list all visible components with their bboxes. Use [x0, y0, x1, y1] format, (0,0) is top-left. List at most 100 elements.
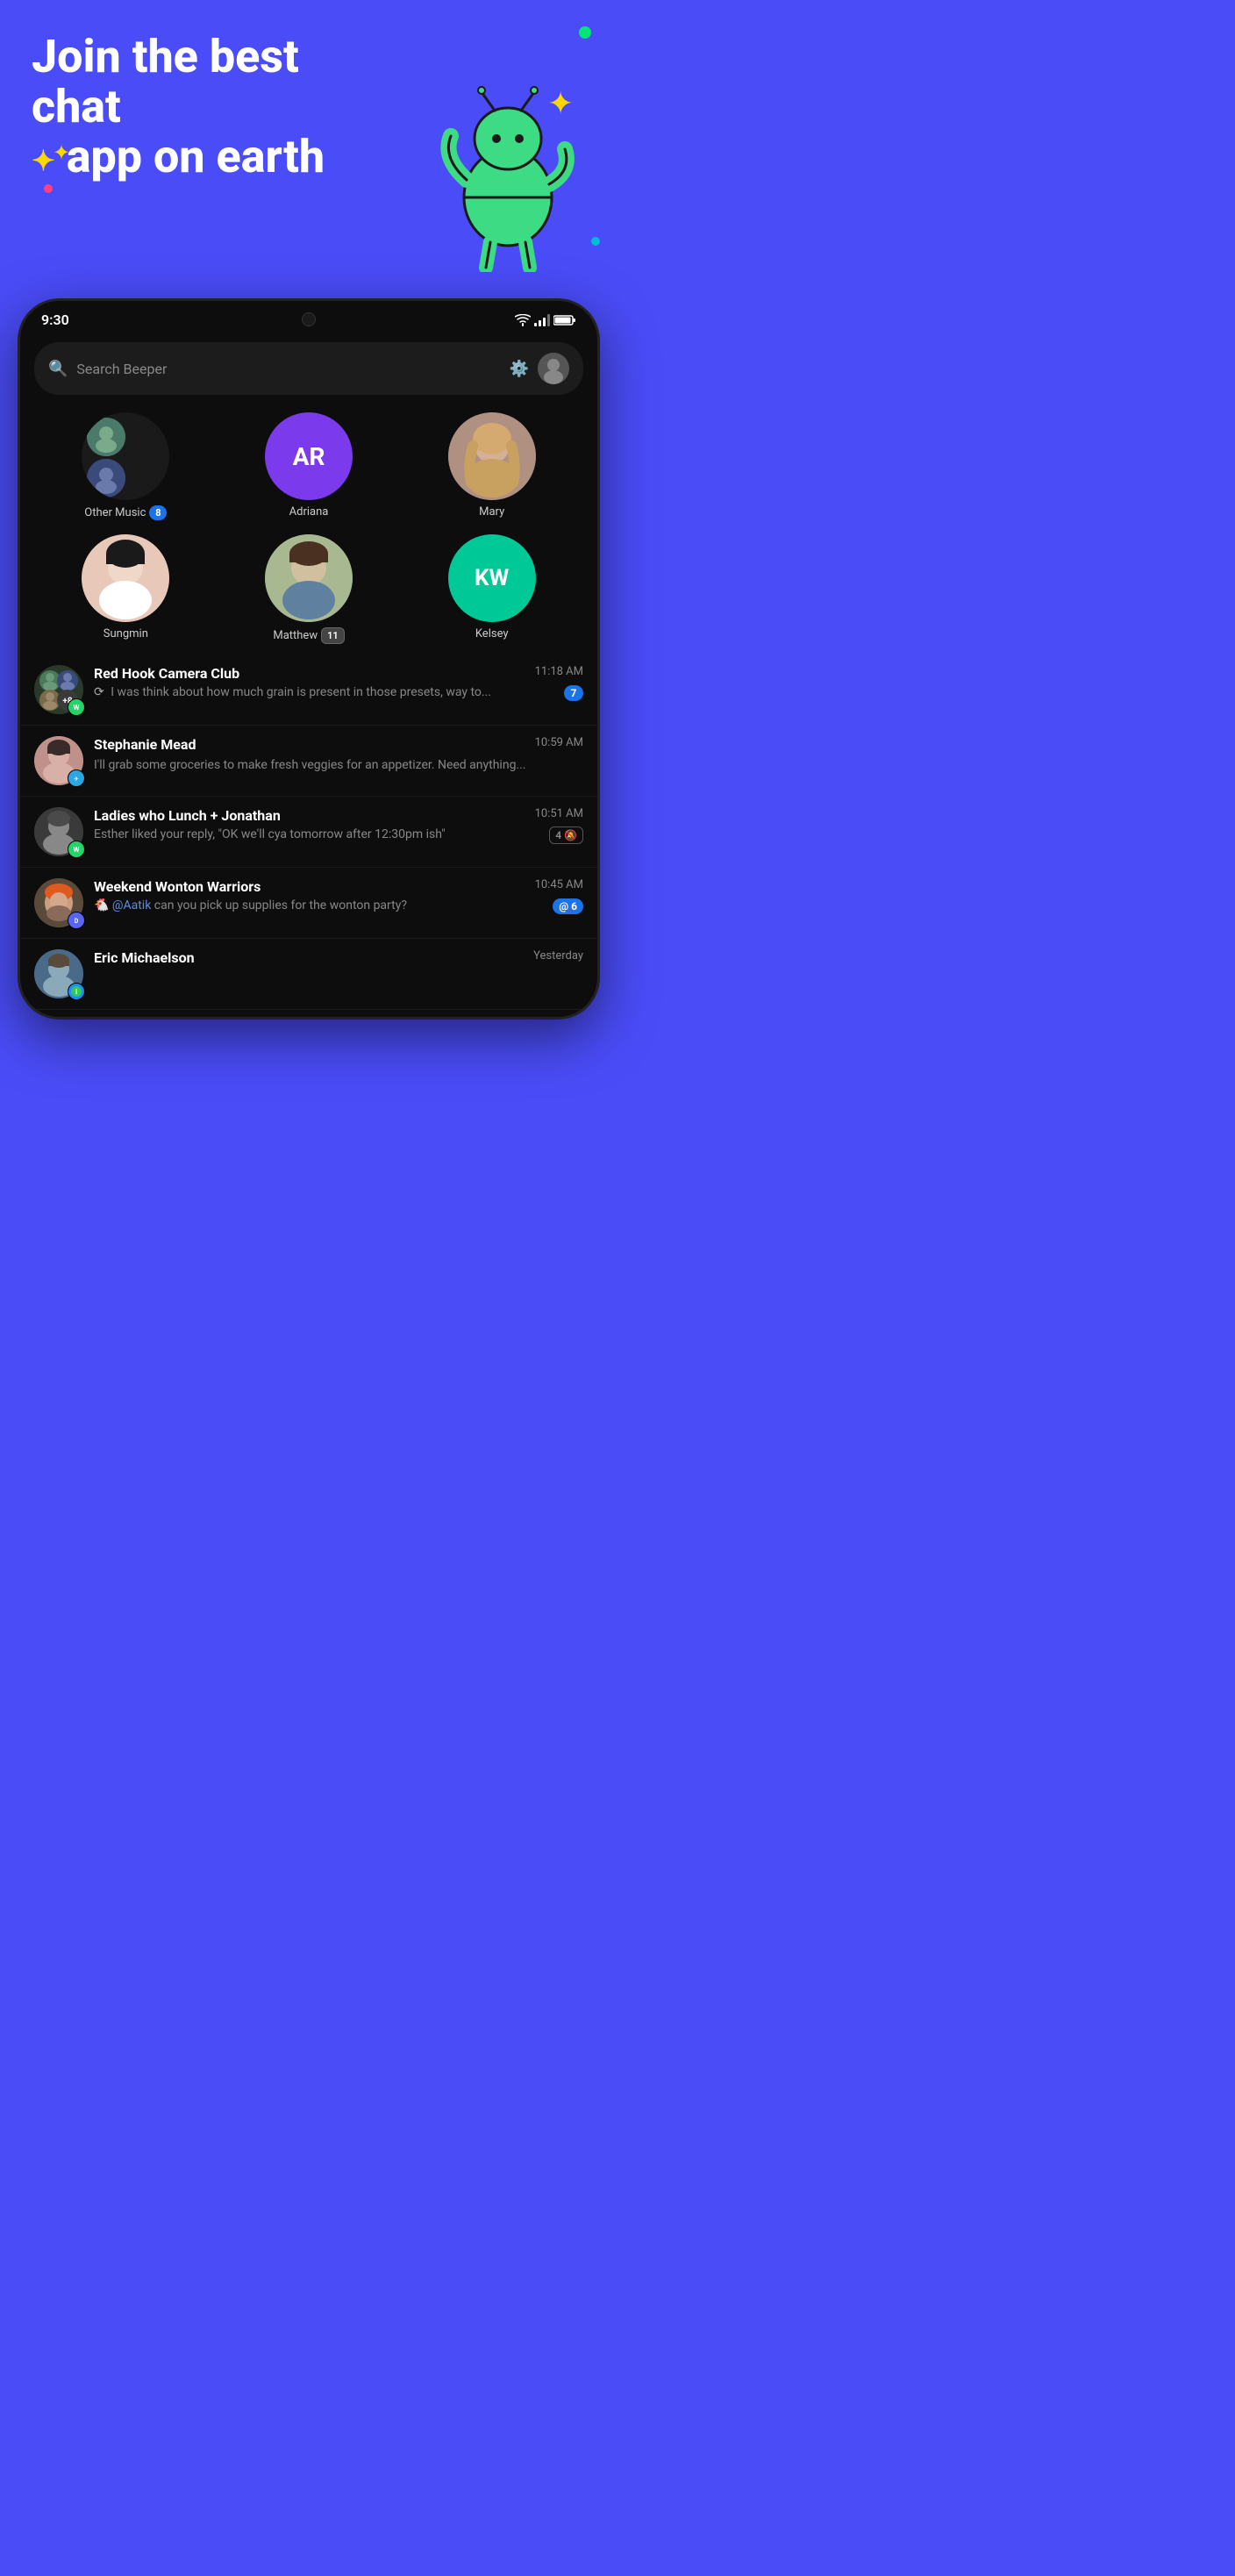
- android-mascot: ✦: [425, 70, 600, 263]
- pinned-contacts-row2: Sungmin Matthew 11: [20, 524, 597, 648]
- adriana-initials: AR: [293, 442, 325, 471]
- chicken-emoji: 🐔: [94, 898, 112, 912]
- status-icons: [515, 314, 576, 326]
- svg-text:✈: ✈: [74, 776, 79, 783]
- matthew-label-row: Matthew 11: [273, 627, 344, 644]
- hero-title-star: ✦: [32, 144, 55, 177]
- pinned-adriana[interactable]: AR Adriana: [218, 412, 401, 520]
- sungmin-label: Sungmin: [104, 627, 148, 640]
- other-music-label-row: Other Music 8: [84, 505, 167, 520]
- wonton-preview: 🐔 @Aatik can you pick up supplies for th…: [94, 898, 546, 915]
- dot-pink: [44, 184, 53, 193]
- red-hook-avatar-container: +8 W: [34, 665, 83, 714]
- dot-green: [579, 26, 591, 39]
- chat-item-red-hook[interactable]: +8 W Red Hook Camera Club 11:18 AM ⟳: [20, 655, 597, 726]
- pinned-other-music[interactable]: Other Music 8: [34, 412, 218, 520]
- red-hook-name: Red Hook Camera Club: [94, 665, 239, 682]
- stephanie-time: 10:59 AM: [535, 736, 583, 749]
- wonton-badge: @ 6: [553, 898, 583, 914]
- mary-label: Mary: [479, 505, 504, 519]
- status-bar: 9:30: [20, 301, 597, 332]
- svg-text:W: W: [74, 704, 80, 712]
- red-hook-preview-row: ⟳ I was think about how much grain is pr…: [94, 684, 583, 702]
- other-music-avatar: [82, 412, 169, 500]
- mary-avatar: [448, 412, 536, 500]
- eric-name: Eric Michaelson: [94, 949, 195, 966]
- phone-frame: 9:30: [18, 298, 600, 1020]
- kelsey-avatar: KW: [448, 534, 536, 622]
- whatsapp-icon: W: [68, 698, 85, 716]
- chat-item-wonton[interactable]: D Weekend Wonton Warriors 10:45 AM 🐔 @Aa…: [20, 868, 597, 939]
- pinned-contacts-row1: Other Music 8 AR Adriana: [20, 402, 597, 524]
- eric-time: Yesterday: [533, 949, 583, 962]
- mention-text: @Aatik: [112, 898, 151, 912]
- red-hook-time: 11:18 AM: [535, 665, 583, 678]
- ladies-lunch-name: Ladies who Lunch + Jonathan: [94, 807, 281, 824]
- sparkle-star: ✦: [53, 140, 70, 165]
- svg-text:✦: ✦: [547, 85, 574, 122]
- discord-icon: D: [68, 912, 85, 929]
- eric-content: Eric Michaelson Yesterday: [94, 949, 583, 969]
- pinned-kelsey[interactable]: KW Kelsey: [400, 534, 583, 644]
- hero-background: Join the best chat ✦ app on earth ✦: [0, 0, 618, 298]
- wonton-name: Weekend Wonton Warriors: [94, 878, 261, 895]
- svg-text:W: W: [74, 846, 80, 854]
- hero-bottom: [0, 1020, 618, 1072]
- wonton-header: Weekend Wonton Warriors 10:45 AM: [94, 878, 583, 895]
- wonton-rest-text: can you pick up supplies for the wonton …: [154, 898, 407, 912]
- adriana-avatar: AR: [265, 412, 353, 500]
- hero-title-line1: Join the best chat: [32, 30, 299, 133]
- ladies-lunch-header: Ladies who Lunch + Jonathan 10:51 AM: [94, 807, 583, 824]
- imessage-icon: i: [68, 983, 85, 1000]
- kelsey-label: Kelsey: [475, 627, 509, 640]
- red-hook-preview: ⟳ I was think about how much grain is pr…: [94, 684, 557, 702]
- other-music-label: Other Music: [84, 506, 146, 519]
- user-avatar[interactable]: [538, 353, 569, 384]
- kelsey-initials: KW: [475, 565, 509, 591]
- other-music-badge: 8: [149, 505, 167, 520]
- hero-section: Join the best chat ✦ app on earth ✦: [0, 0, 618, 1072]
- search-icon: 🔍: [48, 360, 68, 378]
- wifi-icon: [515, 314, 531, 326]
- stephanie-avatar-container: ✈: [34, 736, 83, 785]
- notch: [282, 308, 335, 331]
- chat-item-eric[interactable]: i Eric Michaelson Yesterday: [20, 939, 597, 1010]
- ladies-lunch-badge: 4 🔕: [549, 826, 583, 844]
- matthew-label: Matthew: [273, 629, 318, 642]
- pinned-sungmin[interactable]: Sungmin: [34, 534, 218, 644]
- eric-header: Eric Michaelson Yesterday: [94, 949, 583, 966]
- hero-title-line2: app on earth: [67, 130, 325, 183]
- red-hook-preview-text: I was think about how much grain is pres…: [111, 685, 491, 699]
- matthew-avatar: [265, 534, 353, 622]
- status-time: 9:30: [41, 311, 69, 328]
- red-hook-badge: 7: [564, 685, 583, 701]
- chat-item-stephanie[interactable]: ✈ Stephanie Mead 10:59 AM I'll grab some…: [20, 726, 597, 797]
- typing-icon: ⟳: [94, 685, 104, 699]
- search-bar[interactable]: 🔍 Search Beeper ⚙️: [34, 342, 583, 395]
- ladies-lunch-platform-icon: W: [68, 841, 85, 858]
- stephanie-header: Stephanie Mead 10:59 AM: [94, 736, 583, 753]
- ladies-lunch-content: Ladies who Lunch + Jonathan 10:51 AM Est…: [94, 807, 583, 844]
- wonton-time: 10:45 AM: [535, 878, 583, 891]
- signal-icon: [534, 314, 550, 326]
- svg-text:D: D: [75, 918, 79, 925]
- battery-icon: [553, 314, 576, 326]
- eric-avatar-container: i: [34, 949, 83, 998]
- stephanie-name: Stephanie Mead: [94, 736, 196, 753]
- pinned-mary[interactable]: Mary: [400, 412, 583, 520]
- stephanie-preview: I'll grab some groceries to make fresh v…: [94, 758, 526, 772]
- ladies-lunch-time: 10:51 AM: [535, 807, 583, 820]
- settings-icon[interactable]: ⚙️: [510, 360, 529, 378]
- telegram-icon: ✈: [68, 769, 85, 787]
- front-camera: [302, 312, 316, 326]
- pinned-matthew[interactable]: Matthew 11: [218, 534, 401, 644]
- red-hook-content: Red Hook Camera Club 11:18 AM ⟳ I was th…: [94, 665, 583, 702]
- stephanie-content: Stephanie Mead 10:59 AM I'll grab some g…: [94, 736, 583, 775]
- search-placeholder: Search Beeper: [76, 361, 500, 377]
- matthew-badge: 11: [321, 627, 345, 644]
- red-hook-header: Red Hook Camera Club 11:18 AM: [94, 665, 583, 682]
- chat-list: +8 W Red Hook Camera Club 11:18 AM ⟳: [20, 648, 597, 1017]
- ladies-lunch-preview-row: Esther liked your reply, "OK we'll cya t…: [94, 826, 583, 844]
- chat-item-ladies-lunch[interactable]: W Ladies who Lunch + Jonathan 10:51 AM E…: [20, 797, 597, 868]
- wonton-preview-row: 🐔 @Aatik can you pick up supplies for th…: [94, 898, 583, 915]
